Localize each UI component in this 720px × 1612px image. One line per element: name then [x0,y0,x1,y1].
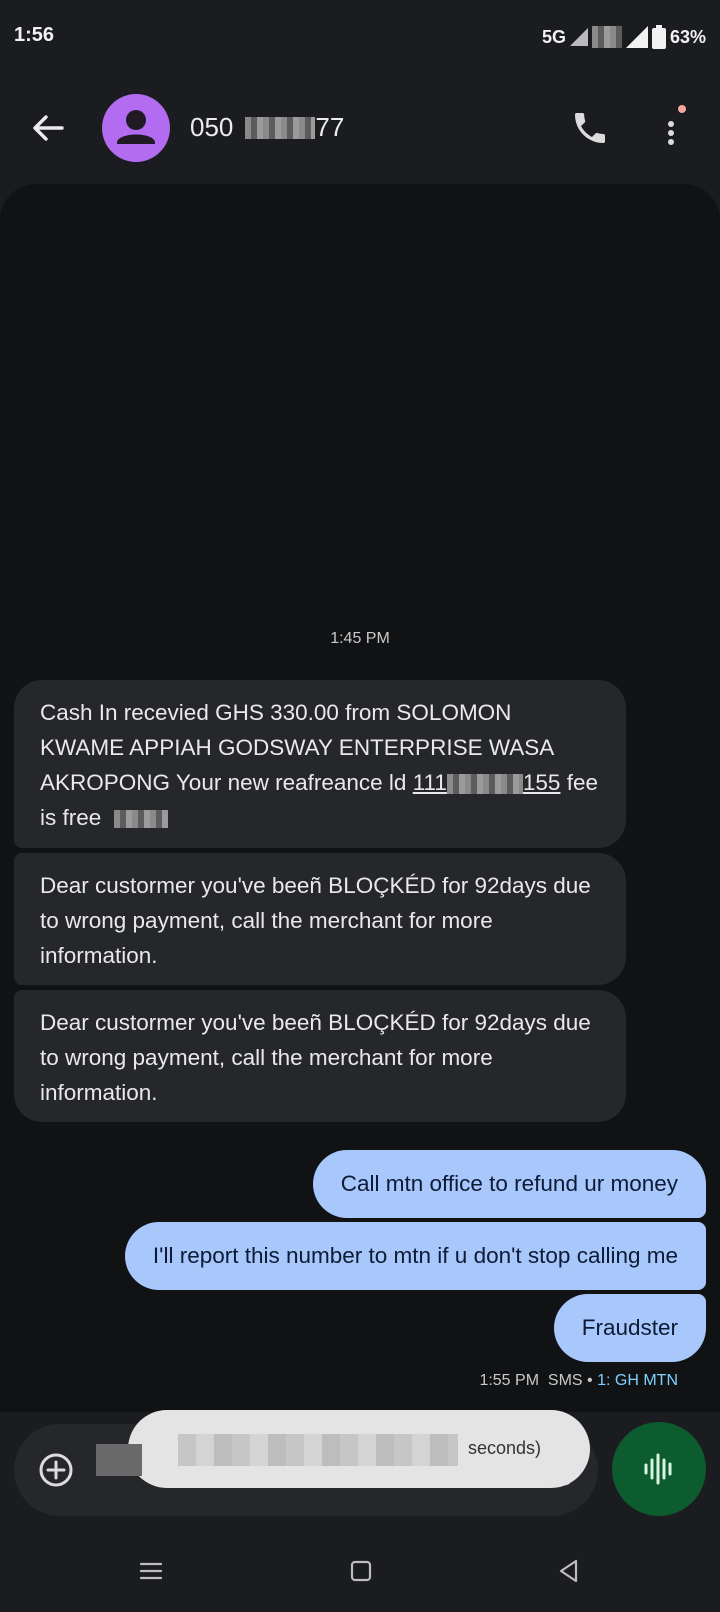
battery-level: 63% [669,26,706,47]
blurred-number [245,116,316,139]
back-arrow-icon[interactable] [28,108,68,148]
blurred-reference [446,774,523,795]
outgoing-message-3[interactable]: Fraudster [553,1294,706,1362]
message-meta: 1:55 PM SMS • 1: GH MTN [479,1372,678,1390]
phone-icon[interactable] [570,108,610,148]
meta-sim: 1: GH MTN [597,1372,678,1389]
reference-link[interactable]: 111 155 [413,770,561,795]
incoming-message-2[interactable]: Dear custormer you've beeñ BLOÇKÉD for 9… [14,853,626,985]
message-text: Dear custormer you've beeñ BLOÇKÉD for 9… [40,873,591,968]
status-time: 1:56 [14,24,55,46]
contact-suffix: 77 [315,112,345,142]
person-icon [117,110,155,144]
redaction-block [96,1444,142,1476]
link-prefix: 111 [412,770,447,795]
battery-icon [651,25,666,49]
blurred-fee [113,810,168,829]
message-text: I'll report this number to mtn if u don'… [152,1243,678,1268]
blurred-toast-text [178,1434,458,1466]
voice-wave-icon [644,1453,672,1485]
meta-separator: • [587,1372,593,1389]
signal-icon-2 [625,26,648,48]
blurred-signal [591,26,622,48]
outgoing-message-2[interactable]: I'll report this number to mtn if u don'… [124,1222,706,1290]
meta-time: 1:55 PM [479,1372,540,1389]
network-label: 5G [541,26,566,47]
more-vert-icon[interactable] [660,104,686,154]
incoming-message-1[interactable]: Cash In recevied GHS 330.00 from SOLOMON… [14,680,626,848]
nav-home-icon[interactable] [346,1556,376,1586]
add-circle-icon[interactable] [36,1450,76,1490]
signal-icon [569,28,588,46]
link-suffix: 155 [522,770,561,795]
toast-message: seconds) [128,1410,590,1488]
contact-name[interactable]: 050 77 [190,112,344,143]
toast-text: seconds) [468,1438,542,1458]
message-text: Call mtn office to refund ur money [340,1171,678,1196]
message-timestamp: 1:45 PM [330,630,390,647]
nav-back-icon[interactable] [554,1556,584,1586]
contact-avatar[interactable] [102,94,170,162]
incoming-message-3[interactable]: Dear custormer you've beeñ BLOÇKÉD for 9… [14,990,626,1122]
meta-type: SMS [547,1372,583,1389]
contact-prefix: 050 [190,112,234,142]
message-text: Dear custormer you've beeñ BLOÇKÉD for 9… [40,1010,591,1105]
nav-menu-icon[interactable] [136,1556,166,1586]
status-icons: 5G 63% [542,24,706,50]
outgoing-message-1[interactable]: Call mtn office to refund ur money [312,1150,706,1218]
voice-message-button[interactable] [612,1422,706,1516]
message-text: Fraudster [581,1315,678,1340]
